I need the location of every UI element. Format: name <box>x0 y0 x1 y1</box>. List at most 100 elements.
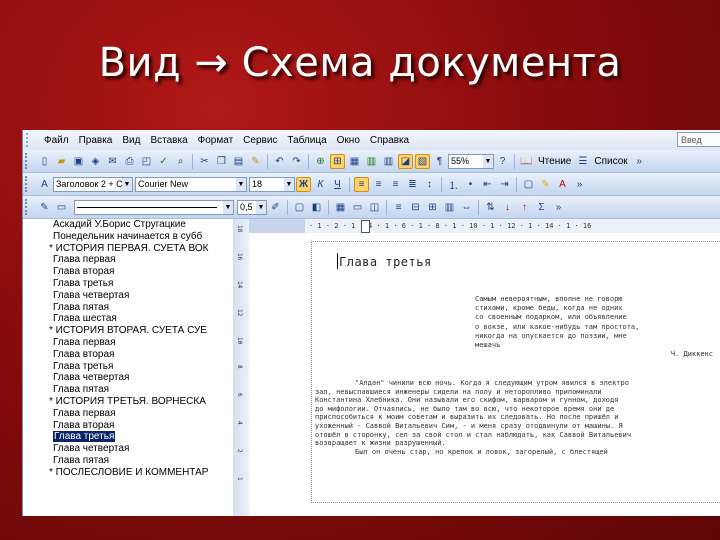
text-direction-icon[interactable]: ⇅ <box>483 200 498 215</box>
insert-excel-icon[interactable]: ▥ <box>364 154 379 169</box>
menu-file[interactable]: Файл <box>39 135 74 146</box>
insert-table-icon[interactable]: ▦ <box>347 154 362 169</box>
document-map-item[interactable]: Глава третья <box>23 278 233 290</box>
numbering-icon[interactable]: ⒈ <box>446 177 461 192</box>
increase-indent-icon[interactable]: ⇥ <box>497 177 512 192</box>
bold-icon[interactable]: Ж <box>296 176 311 192</box>
read-mode-button[interactable]: Чте­ние <box>538 156 571 167</box>
toolbar-grip[interactable] <box>25 176 33 192</box>
menu-help[interactable]: Справка <box>365 135 414 146</box>
border-icon[interactable]: ▢ <box>521 177 536 192</box>
document-map-item[interactable]: Глава первая <box>23 337 233 349</box>
document-map-item[interactable]: Понедельник начинается в субб <box>23 231 233 243</box>
autofit-icon[interactable]: ⇔ <box>459 200 474 215</box>
menu-view[interactable]: Вид <box>117 135 145 146</box>
document-map-item[interactable]: * ИСТОРИЯ ТРЕТЬЯ. ВОРНЕСКА <box>23 396 233 408</box>
hyperlink-icon[interactable]: ⊕ <box>313 154 328 169</box>
paste-icon[interactable]: ▤ <box>231 154 246 169</box>
document-map-item[interactable]: Глава первая <box>23 408 233 420</box>
bullets-icon[interactable]: • <box>463 177 478 192</box>
underline-icon[interactable]: Ч <box>330 177 345 192</box>
document-map-item[interactable]: * ПОСЛЕСЛОВИЕ И КОММЕНТАР <box>23 467 233 479</box>
horizontal-ruler[interactable]: · 1 · 2 · 1 · 4 · 1 · 6 · 1 · 8 · 1 · 10… <box>249 219 720 234</box>
ask-question-input[interactable]: Введ <box>677 132 720 147</box>
print-icon[interactable]: ⎙ <box>122 154 137 169</box>
line-style-select[interactable]: ▼ <box>74 199 234 215</box>
toolbar-grip[interactable] <box>25 153 33 169</box>
tables-borders-icon[interactable]: ⊞ <box>330 153 345 169</box>
document-map-item[interactable]: Глава пятая <box>23 384 233 396</box>
menu-tools[interactable]: Сервис <box>238 135 282 146</box>
document-page[interactable]: Глава третья Самым невероятным, вполне н… <box>249 233 720 516</box>
document-map-item[interactable]: Глава четвертая <box>23 372 233 384</box>
new-document-icon[interactable]: ▯ <box>37 154 52 169</box>
document-map-item[interactable]: Глава вторая <box>23 266 233 278</box>
merge-cells-icon[interactable]: ▭ <box>350 200 365 215</box>
insert-table-icon[interactable]: ▦ <box>333 200 348 215</box>
document-map-icon[interactable]: ▧ <box>415 153 430 169</box>
read-mode-icon[interactable]: 📖 <box>519 154 534 169</box>
align-center-icon[interactable]: ≡ <box>371 177 386 192</box>
menu-window[interactable]: Окно <box>332 135 365 146</box>
document-map-item[interactable]: Глава вторая <box>23 420 233 432</box>
shading-color-icon[interactable]: ◧ <box>309 200 324 215</box>
align-cell-icon[interactable]: ≡ <box>391 200 406 215</box>
email-icon[interactable]: ✉ <box>105 154 120 169</box>
line-spacing-icon[interactable]: ↕ <box>422 177 437 192</box>
menu-grip[interactable] <box>26 133 36 147</box>
font-select[interactable]: Courier New ▼ <box>135 176 247 192</box>
menu-table[interactable]: Таблица <box>282 135 331 146</box>
split-cells-icon[interactable]: ◫ <box>367 200 382 215</box>
document-map-item[interactable]: Глава пятая <box>23 455 233 467</box>
undo-icon[interactable]: ↶ <box>272 154 287 169</box>
document-map-item[interactable]: Глава пятая <box>23 302 233 314</box>
outside-border-icon[interactable]: ▢ <box>292 200 307 215</box>
draw-table-icon[interactable]: ✎ <box>37 200 52 215</box>
document-map-item[interactable]: Глава вторая <box>23 349 233 361</box>
indent-marker[interactable] <box>361 220 370 233</box>
document-map-item[interactable]: Глава первая <box>23 254 233 266</box>
document-map-item-selected[interactable]: Глава третья <box>23 431 233 443</box>
zoom-select[interactable]: 55% ▼ <box>448 153 494 169</box>
decrease-indent-icon[interactable]: ⇤ <box>480 177 495 192</box>
menu-insert[interactable]: Вставка <box>145 135 192 146</box>
italic-icon[interactable]: К <box>313 177 328 192</box>
border-color-icon[interactable]: ✐ <box>268 200 283 215</box>
redo-icon[interactable]: ↷ <box>289 154 304 169</box>
document-map-item[interactable]: Глава третья <box>23 361 233 373</box>
drawing-icon[interactable]: ◪ <box>398 153 413 169</box>
distribute-columns-icon[interactable]: ⊞ <box>425 200 440 215</box>
list-button[interactable]: Список <box>594 156 627 167</box>
columns-icon[interactable]: ▥ <box>381 154 396 169</box>
toolbar-options-icon[interactable]: » <box>572 177 587 192</box>
align-right-icon[interactable]: ≡ <box>388 177 403 192</box>
styles-pane-icon[interactable]: A <box>37 177 52 192</box>
document-map-item[interactable]: Глава шестая <box>23 313 233 325</box>
distribute-rows-icon[interactable]: ⊟ <box>408 200 423 215</box>
sort-ascending-icon[interactable]: ↓ <box>500 200 515 215</box>
document-map-item[interactable]: * ИСТОРИЯ ВТОРАЯ. СУЕТА СУЕ <box>23 325 233 337</box>
eraser-icon[interactable]: ▭ <box>54 200 69 215</box>
style-select[interactable]: Заголовок 2 + Ct ▼ <box>53 176 133 192</box>
font-color-icon[interactable]: A <box>555 177 570 192</box>
line-weight-select[interactable]: 0,5 ▼ <box>237 199 267 215</box>
cut-icon[interactable]: ✂ <box>197 154 212 169</box>
document-map-item[interactable]: Аскадий У.Борис Стругацкие <box>23 219 233 231</box>
menu-format[interactable]: Формат <box>193 135 239 146</box>
toolbar-options-icon[interactable]: » <box>551 200 566 215</box>
document-map-item[interactable]: Глава четвертая <box>23 443 233 455</box>
align-left-icon[interactable]: ≡ <box>354 176 369 192</box>
bullets-icon[interactable]: ☰ <box>575 154 590 169</box>
show-formatting-icon[interactable]: ¶ <box>432 154 447 169</box>
sort-descending-icon[interactable]: ↑ <box>517 200 532 215</box>
help-icon[interactable]: ? <box>495 154 510 169</box>
document-map-item[interactable]: Глава четвертая <box>23 290 233 302</box>
print-preview-icon[interactable]: ◰ <box>139 154 154 169</box>
vertical-ruler[interactable]: 18 16 14 12 10 8 6 4 2 1 <box>233 219 250 516</box>
format-painter-icon[interactable]: ✎ <box>248 154 263 169</box>
copy-icon[interactable]: ❐ <box>214 154 229 169</box>
menu-edit[interactable]: Правка <box>74 135 118 146</box>
toolbar-grip[interactable] <box>25 199 33 215</box>
justify-icon[interactable]: ≣ <box>405 177 420 192</box>
permission-icon[interactable]: ◈ <box>88 154 103 169</box>
